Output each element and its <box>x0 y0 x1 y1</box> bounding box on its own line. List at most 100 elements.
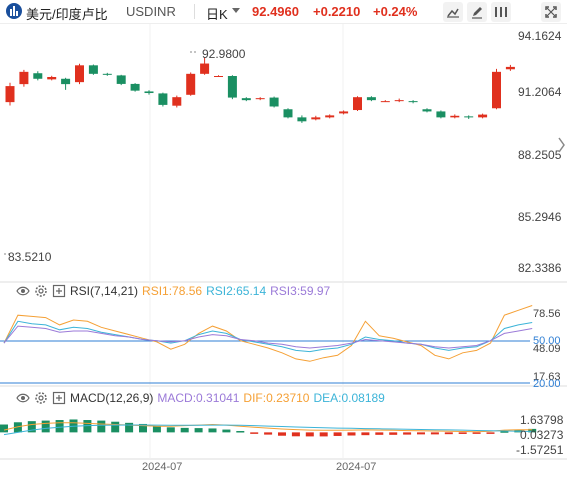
divider <box>194 4 195 19</box>
draw-line-icon <box>447 8 459 18</box>
macd-bar <box>389 432 398 435</box>
last-price: 92.4960 <box>252 4 299 19</box>
candle-body <box>408 101 418 103</box>
macd-bar <box>347 432 356 436</box>
macd-header: MACD(12,26,9) MACD:0.31041 DIF:0.23710 D… <box>16 390 385 406</box>
candle-body <box>200 63 210 74</box>
candle-body <box>478 114 488 118</box>
candle-body <box>422 109 432 112</box>
macd-bar <box>430 432 439 435</box>
fullscreen-button[interactable] <box>541 2 561 22</box>
candle-body <box>144 91 154 94</box>
visibility-button[interactable] <box>491 2 511 22</box>
expand-icon[interactable] <box>52 284 66 298</box>
macd-bar <box>361 432 370 436</box>
candle-body <box>88 65 98 74</box>
candle-body <box>186 73 196 95</box>
macd-label: MACD(12,26,9) <box>70 391 154 405</box>
macd-bar <box>41 420 50 433</box>
candle-body <box>102 73 112 75</box>
macd-bar <box>0 424 8 433</box>
pair-name: 美元/印度卢比 <box>26 7 108 22</box>
rsi-line-rsi2 <box>3 320 533 353</box>
timeframe-selector[interactable]: 日K <box>206 4 228 23</box>
price-change-percent: +0.24% <box>373 4 418 19</box>
candle-body <box>464 116 474 118</box>
candle-body <box>353 97 362 111</box>
rsi-line-rsi1 <box>3 305 533 362</box>
macd-bar <box>97 420 106 433</box>
rsi-y-tick: 48.09 <box>533 343 561 355</box>
candle-body <box>492 71 501 109</box>
candle-body <box>283 109 293 118</box>
macd-bar <box>208 428 217 433</box>
chart-canvas[interactable]: 94.1624 91.2064 88.2505 85.2946 82.3386 … <box>0 24 567 479</box>
chart-toolbar: 美元/印度卢比 USDINR 日K 92.4960 +0.2210 +0.24% <box>0 0 567 24</box>
candle-body <box>325 115 335 118</box>
high-marker-label: 92.9800 <box>202 47 246 61</box>
dea-value: DEA:0.08189 <box>313 391 385 405</box>
pencil-icon <box>472 7 482 19</box>
candle-body <box>394 100 404 102</box>
candle-body <box>269 97 279 107</box>
candle-body <box>311 117 321 120</box>
macd-bar <box>278 432 286 436</box>
macd-bar <box>55 420 64 433</box>
rsi2-value: RSI2:65.14 <box>206 284 267 298</box>
expand-icon[interactable] <box>52 391 66 405</box>
chart-area[interactable]: 94.1624 91.2064 88.2505 85.2946 82.3386 … <box>0 24 567 479</box>
macd-bar <box>486 432 495 434</box>
macd-bar <box>180 427 189 433</box>
macd-bar <box>291 432 300 437</box>
eye-icon[interactable] <box>16 284 30 298</box>
candle-body <box>255 98 265 100</box>
candle-body <box>450 115 460 118</box>
candle-body <box>366 97 376 101</box>
candle-body <box>380 101 390 103</box>
macd-bar <box>152 426 161 433</box>
macd-bar <box>319 432 328 437</box>
y-tick: 85.2946 <box>518 210 562 224</box>
macd-bar <box>417 432 425 435</box>
pencil-button[interactable] <box>467 2 487 22</box>
macd-bar <box>333 432 342 436</box>
macd-bar <box>375 432 384 435</box>
macd-bar <box>111 421 120 433</box>
macd-bar <box>125 422 134 433</box>
macd-bar <box>403 432 412 435</box>
macd-bar <box>305 432 314 437</box>
rsi-y-tick: 78.56 <box>533 308 561 320</box>
y-tick: 94.1624 <box>518 29 562 43</box>
macd-y-tick: -1.57251 <box>516 443 564 457</box>
macd-bar <box>222 429 231 433</box>
draw-line-button[interactable] <box>443 2 463 22</box>
visibility-icon <box>495 7 507 17</box>
macd-bar <box>444 432 453 435</box>
macd-bar <box>264 432 273 435</box>
macd-bar <box>236 431 245 433</box>
settings-icon[interactable] <box>34 284 48 298</box>
rsi1-value: RSI1:78.56 <box>142 284 203 298</box>
candle-body <box>172 97 182 106</box>
macd-bar <box>472 432 481 434</box>
fullscreen-icon <box>545 6 557 18</box>
candle-body <box>214 76 223 78</box>
chevron-down-icon[interactable] <box>232 8 240 13</box>
eye-icon[interactable] <box>16 391 30 405</box>
macd-bar <box>458 432 467 434</box>
candle-body <box>339 111 349 114</box>
macd-y-tick: 0.03273 <box>520 428 564 442</box>
x-tick: 2024-07 <box>336 461 376 473</box>
candle-body <box>5 86 15 103</box>
symbol-code: USDINR <box>126 4 176 19</box>
settings-icon[interactable] <box>34 391 48 405</box>
candle-body <box>75 65 84 83</box>
macd-bar <box>250 432 259 434</box>
candle-body <box>158 93 168 105</box>
candle-body <box>47 76 57 80</box>
candle-body <box>116 75 126 84</box>
scroll-handle[interactable] <box>556 136 567 154</box>
candle-body <box>505 66 515 70</box>
low-marker-label: 83.5210 <box>8 250 52 264</box>
candle-body <box>33 73 43 79</box>
